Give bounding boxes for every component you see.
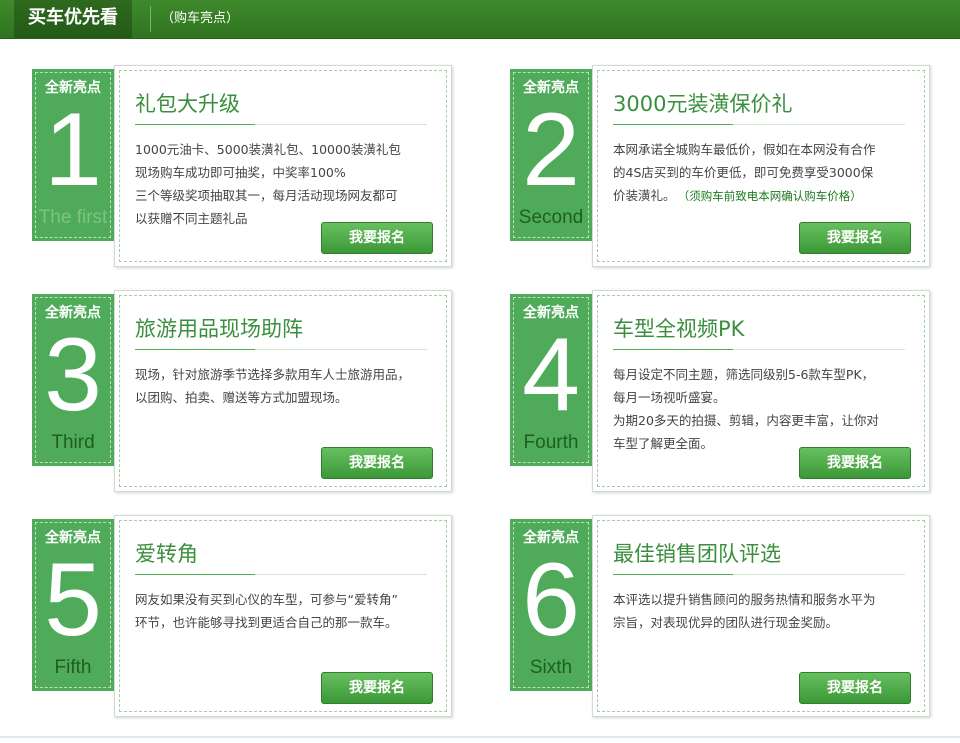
highlight-card-6: 最佳销售团队评选 本评选以提升销售顾问的服务热情和服务水平为 宗旨，对表现优异的… — [508, 515, 938, 725]
card-description: 本网承诺全城购车最低价，假如在本网没有合作 的4S店买到的车价更低，即可免费享受… — [613, 138, 913, 208]
description-line: 环节，也许能够寻找到更适合自己的那一款车。 — [135, 615, 398, 630]
title-divider — [613, 574, 905, 575]
tag-number-word: Third — [51, 432, 95, 453]
card-box: 最佳销售团队评选 本评选以提升销售顾问的服务热情和服务水平为 宗旨，对表现优异的… — [592, 515, 930, 717]
description-line: 1000元油卡、5000装潢礼包、10000装潢礼包 — [135, 142, 401, 157]
highlight-card-1: 礼包大升级 1000元油卡、5000装潢礼包、10000装潢礼包 现场购车成功即… — [30, 65, 460, 275]
description-line: 每月一场视听盛宴。 — [613, 390, 726, 405]
number-tag: 全新亮点 1 The first — [32, 69, 114, 241]
description-line: 宗旨，对表现优异的团队进行现金奖励。 — [613, 615, 839, 630]
highlight-card-4: 车型全视频PK 每月设定不同主题，筛选同级别5-6款车型PK， 每月一场视听盛宴… — [508, 290, 938, 500]
card-title: 爱转角 — [135, 542, 198, 566]
description-line: 每月设定不同主题，筛选同级别5-6款车型PK， — [613, 367, 875, 382]
card-title: 礼包大升级 — [135, 92, 240, 116]
description-line: 现场，针对旅游季节选择多款用车人士旅游用品， — [135, 367, 411, 382]
number-tag: 全新亮点 4 Fourth — [510, 294, 592, 466]
signup-button[interactable]: 我要报名 — [799, 447, 911, 479]
description-line: 三个等级奖项抽取其一，每月活动现场网友都可 — [135, 188, 398, 203]
title-divider — [135, 124, 427, 125]
tag-number-word: The first — [38, 207, 108, 228]
description-text: 价装潢礼。 — [613, 188, 676, 203]
page-title: 买车优先看 — [14, 0, 132, 38]
tag-number: 6 — [522, 542, 580, 658]
description-line: 价装潢礼。 （须购车前致电本网确认购车价格） — [613, 184, 913, 208]
card-title: 旅游用品现场助阵 — [135, 317, 303, 341]
title-divider — [135, 349, 427, 350]
card-title: 车型全视频PK — [613, 317, 745, 341]
signup-button[interactable]: 我要报名 — [321, 447, 433, 479]
card-title: 3000元装潢保价礼 — [613, 92, 793, 116]
tag-number-word: Fourth — [523, 432, 579, 453]
signup-button[interactable]: 我要报名 — [321, 222, 433, 254]
card-box: 3000元装潢保价礼 本网承诺全城购车最低价，假如在本网没有合作 的4S店买到的… — [592, 65, 930, 267]
number-tag: 全新亮点 5 Fifth — [32, 519, 114, 691]
tag-number: 5 — [44, 542, 102, 658]
tag-number: 1 — [44, 92, 102, 208]
signup-button[interactable]: 我要报名 — [799, 672, 911, 704]
highlight-card-5: 爱转角 网友如果没有买到心仪的车型，可参与“爱转角” 环节，也许能够寻找到更适合… — [30, 515, 460, 725]
title-divider — [613, 349, 905, 350]
card-box: 旅游用品现场助阵 现场，针对旅游季节选择多款用车人士旅游用品， 以团购、拍卖、赠… — [114, 290, 452, 492]
description-line: 以团购、拍卖、赠送等方式加盟现场。 — [135, 390, 348, 405]
card-description: 网友如果没有买到心仪的车型，可参与“爱转角” 环节，也许能够寻找到更适合自己的那… — [135, 588, 435, 634]
description-line: 网友如果没有买到心仪的车型，可参与“爱转角” — [135, 592, 398, 607]
highlight-card-3: 旅游用品现场助阵 现场，针对旅游季节选择多款用车人士旅游用品， 以团购、拍卖、赠… — [30, 290, 460, 500]
card-description: 本评选以提升销售顾问的服务热情和服务水平为 宗旨，对表现优异的团队进行现金奖励。 — [613, 588, 913, 634]
page-subtitle: （购车亮点） — [150, 6, 249, 32]
number-tag: 全新亮点 6 Sixth — [510, 519, 592, 691]
header-bar: 买车优先看 （购车亮点） — [0, 0, 960, 39]
tag-number-word: Second — [518, 207, 584, 228]
tag-number-word: Fifth — [54, 657, 92, 678]
price-note: （须购车前致电本网确认购车价格） — [683, 189, 862, 203]
bottom-divider — [0, 736, 960, 738]
tag-number: 2 — [522, 92, 580, 208]
card-box: 礼包大升级 1000元油卡、5000装潢礼包、10000装潢礼包 现场购车成功即… — [114, 65, 452, 267]
card-box: 爱转角 网友如果没有买到心仪的车型，可参与“爱转角” 环节，也许能够寻找到更适合… — [114, 515, 452, 717]
description-line: 现场购车成功即可抽奖，中奖率100% — [135, 165, 346, 180]
highlight-card-2: 3000元装潢保价礼 本网承诺全城购车最低价，假如在本网没有合作 的4S店买到的… — [508, 65, 938, 275]
description-line: 的4S店买到的车价更低，即可免费享受3000保 — [613, 165, 874, 180]
signup-button[interactable]: 我要报名 — [799, 222, 911, 254]
card-title: 最佳销售团队评选 — [613, 542, 781, 566]
card-description: 每月设定不同主题，筛选同级别5-6款车型PK， 每月一场视听盛宴。 为期20多天… — [613, 363, 913, 455]
card-description: 现场，针对旅游季节选择多款用车人士旅游用品， 以团购、拍卖、赠送等方式加盟现场。 — [135, 363, 435, 409]
tag-number: 3 — [44, 317, 102, 433]
card-box: 车型全视频PK 每月设定不同主题，筛选同级别5-6款车型PK， 每月一场视听盛宴… — [592, 290, 930, 492]
title-divider — [613, 124, 905, 125]
description-line: 本评选以提升销售顾问的服务热情和服务水平为 — [613, 592, 876, 607]
title-divider — [135, 574, 427, 575]
signup-button[interactable]: 我要报名 — [321, 672, 433, 704]
number-tag: 全新亮点 2 Second — [510, 69, 592, 241]
number-tag: 全新亮点 3 Third — [32, 294, 114, 466]
description-line: 本网承诺全城购车最低价，假如在本网没有合作 — [613, 142, 876, 157]
tag-number-word: Sixth — [529, 657, 573, 678]
description-line: 为期20多天的拍摄、剪辑，内容更丰富，让你对 — [613, 413, 879, 428]
card-description: 1000元油卡、5000装潢礼包、10000装潢礼包 现场购车成功即可抽奖，中奖… — [135, 138, 435, 230]
tag-number: 4 — [522, 317, 580, 433]
